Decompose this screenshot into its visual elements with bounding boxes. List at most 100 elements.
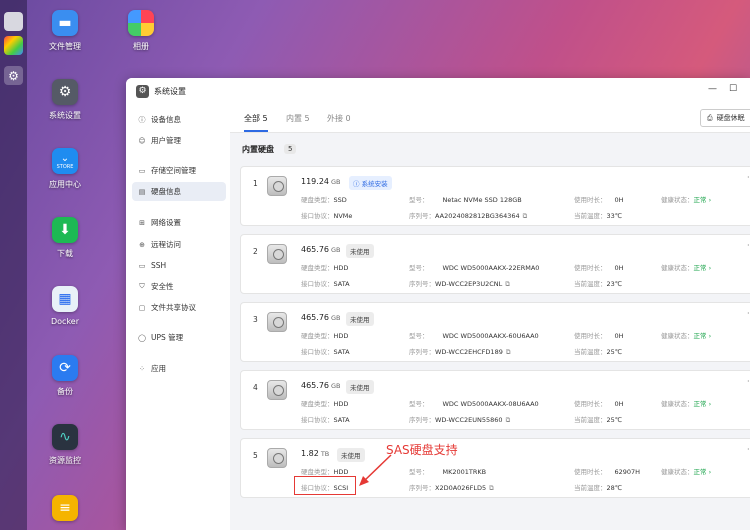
tab-count: 0 bbox=[345, 114, 351, 123]
disk-index: 3 bbox=[253, 315, 258, 324]
tab-label: 内置 bbox=[286, 114, 302, 123]
desktop-icon-settings[interactable]: ⚙ 系统设置 bbox=[30, 79, 100, 121]
desktop-icon-docker[interactable]: ▦ Docker bbox=[30, 286, 100, 326]
desktop-icon-app-center[interactable]: ⌄ STORE 应用中心 bbox=[30, 148, 100, 190]
field-type: 硬盘类型：HDD bbox=[301, 330, 348, 340]
field-health[interactable]: 健康状态：正常 › bbox=[661, 330, 711, 340]
desktop-icon-backup[interactable]: ⟳ 备份 bbox=[30, 355, 100, 397]
tabs-bar: 全部 5 内置 5 外接 0 ⎙ 硬盘休眠 bbox=[230, 104, 750, 133]
field-model: 型号： WDC WD5000AAKX-08U6AA0 bbox=[409, 398, 539, 408]
field-value: AA2024082812BG364364 bbox=[435, 212, 520, 220]
gear-icon: ⚙ bbox=[52, 79, 78, 105]
user-icon: ☺ bbox=[138, 136, 146, 145]
field-serial: 序列号：WD-WCC2EP3U2CNL ⧉ bbox=[409, 278, 510, 289]
annotation-text: SAS硬盘支持 bbox=[386, 443, 458, 457]
copy-icon[interactable]: ⧉ bbox=[506, 416, 511, 424]
active-tab-indicator bbox=[244, 130, 268, 132]
field-value: MK2001TRKB bbox=[442, 468, 487, 476]
sidebar-item-storage[interactable]: ▭ 存储空间管理 bbox=[132, 161, 226, 180]
field-label: 序列号： bbox=[409, 416, 435, 424]
status-badge: 未使用 bbox=[346, 380, 374, 394]
desktop-icon-file-manager[interactable]: ▬ 文件管理 bbox=[30, 10, 100, 52]
sidebar-item-disk-info[interactable]: ▤ 硬盘信息 bbox=[132, 182, 226, 201]
field-label: 使用时长： bbox=[574, 400, 607, 408]
capacity-value: 465.76 bbox=[301, 381, 329, 390]
field-value: WD-WCC2EHCFD189 bbox=[435, 348, 503, 356]
disk-sleep-label: 硬盘休眠 bbox=[716, 114, 745, 122]
field-usage: 使用时长： 62907H bbox=[574, 466, 640, 476]
field-iface: 接口协议：SATA bbox=[301, 346, 350, 356]
copy-icon[interactable]: ⧉ bbox=[505, 280, 510, 288]
taskbar-monitor-icon[interactable] bbox=[4, 12, 23, 31]
field-health[interactable]: 健康状态：正常 › bbox=[661, 262, 711, 272]
taskbar-settings-icon[interactable]: ⚙ bbox=[4, 66, 23, 85]
download-icon: ⬇ bbox=[52, 217, 78, 243]
status-badge: 未使用 bbox=[346, 312, 374, 326]
field-value: WDC WD5000AAKX-22ERMA0 bbox=[442, 264, 540, 272]
field-temp: 当前温度：23℃ bbox=[574, 278, 622, 288]
sidebar-item-ups[interactable]: ◯ UPS 管理 bbox=[132, 328, 226, 347]
copy-icon[interactable]: ⧉ bbox=[506, 348, 511, 356]
desktop-icon-resource-monitor[interactable]: ∿ 资源监控 bbox=[30, 424, 100, 466]
sidebar-item-ssh[interactable]: ▭ SSH bbox=[132, 256, 226, 275]
tab-external[interactable]: 外接 0 bbox=[327, 113, 351, 124]
apps-icon: ⁘ bbox=[139, 364, 145, 373]
sidebar-item-device-info[interactable]: ⓘ 设备信息 bbox=[132, 110, 226, 129]
field-label: 硬盘类型： bbox=[301, 468, 334, 476]
tab-internal[interactable]: 内置 5 bbox=[286, 113, 310, 124]
field-label: 当前温度： bbox=[574, 416, 607, 424]
sidebar-item-security[interactable]: ⛉ 安全性 bbox=[132, 277, 226, 296]
disk-index: 4 bbox=[253, 383, 258, 392]
disk-sleep-button[interactable]: ⎙ 硬盘休眠 bbox=[700, 109, 750, 127]
desktop-icon-notes[interactable]: ≡ bbox=[30, 495, 100, 521]
field-temp: 当前温度：25℃ bbox=[574, 414, 622, 424]
field-usage: 使用时长： 0H bbox=[574, 194, 624, 204]
health-value: 正常 bbox=[693, 468, 707, 476]
field-health[interactable]: 健康状态：正常 › bbox=[661, 466, 711, 476]
sidebar-item-file-share[interactable]: ▢ 文件共享协议 bbox=[132, 298, 226, 317]
health-value: 正常 bbox=[693, 332, 707, 340]
sidebar-item-label: SSH bbox=[151, 261, 167, 270]
maximize-button[interactable]: ☐ bbox=[729, 84, 737, 94]
sidebar-item-users[interactable]: ☺ 用户管理 bbox=[132, 131, 226, 150]
disk-card[interactable]: 1 119.24GB ⓘ 系统安装 ··· 硬盘类型：SSD 接口协议：NVMe… bbox=[240, 166, 750, 226]
capacity-value: 465.76 bbox=[301, 245, 329, 254]
field-value: SATA bbox=[333, 348, 350, 356]
copy-icon[interactable]: ⧉ bbox=[523, 212, 528, 220]
disk-card[interactable]: 2 465.76GB 未使用 ··· 硬盘类型：HDD 接口协议：SATA 型号… bbox=[240, 234, 750, 294]
field-label: 接口协议： bbox=[301, 280, 334, 288]
field-health[interactable]: 健康状态：正常 › bbox=[661, 194, 711, 204]
field-label: 使用时长： bbox=[574, 468, 607, 476]
disk-card[interactable]: 3 465.76GB 未使用 ··· 硬盘类型：HDD 接口协议：SATA 型号… bbox=[240, 302, 750, 362]
field-value: WD-WCC2EUN55860 bbox=[435, 416, 503, 424]
tab-all[interactable]: 全部 5 bbox=[244, 113, 268, 124]
minimize-button[interactable]: — bbox=[708, 84, 717, 94]
field-label: 接口协议： bbox=[301, 212, 334, 220]
desktop-icon-download[interactable]: ⬇ 下载 bbox=[30, 217, 100, 259]
sidebar-item-network[interactable]: ⊞ 网络设置 bbox=[132, 213, 226, 232]
field-value: HDD bbox=[333, 468, 349, 476]
status-badge: ⓘ 系统安装 bbox=[349, 176, 392, 190]
field-label: 硬盘类型： bbox=[301, 196, 334, 204]
field-label: 硬盘类型： bbox=[301, 264, 334, 272]
sidebar-item-remote[interactable]: ⊕ 远程访问 bbox=[132, 235, 226, 254]
sidebar-item-apps[interactable]: ⁘ 应用 bbox=[132, 359, 226, 378]
monitor-icon: ∿ bbox=[52, 424, 78, 450]
copy-icon[interactable]: ⧉ bbox=[489, 484, 494, 492]
field-value: 23℃ bbox=[606, 280, 623, 288]
field-value: SSD bbox=[333, 196, 347, 204]
desktop-icon-label: 备份 bbox=[57, 387, 73, 396]
disk-card[interactable]: 4 465.76GB 未使用 ··· 硬盘类型：HDD 接口协议：SATA 型号… bbox=[240, 370, 750, 430]
field-label: 序列号： bbox=[409, 484, 435, 492]
taskbar-photos-icon[interactable] bbox=[4, 36, 23, 55]
field-temp: 当前温度：25℃ bbox=[574, 346, 622, 356]
field-temp: 当前温度：28℃ bbox=[574, 482, 622, 492]
field-label: 序列号： bbox=[409, 348, 435, 356]
field-label: 健康状态： bbox=[661, 468, 694, 476]
field-health[interactable]: 健康状态：正常 › bbox=[661, 398, 711, 408]
desktop-icon-photos[interactable]: 相册 bbox=[106, 10, 176, 52]
field-label: 硬盘类型： bbox=[301, 400, 334, 408]
docker-icon: ▦ bbox=[52, 286, 78, 312]
store-icon: ⌄ STORE bbox=[52, 148, 78, 174]
tab-count: 5 bbox=[304, 114, 310, 123]
